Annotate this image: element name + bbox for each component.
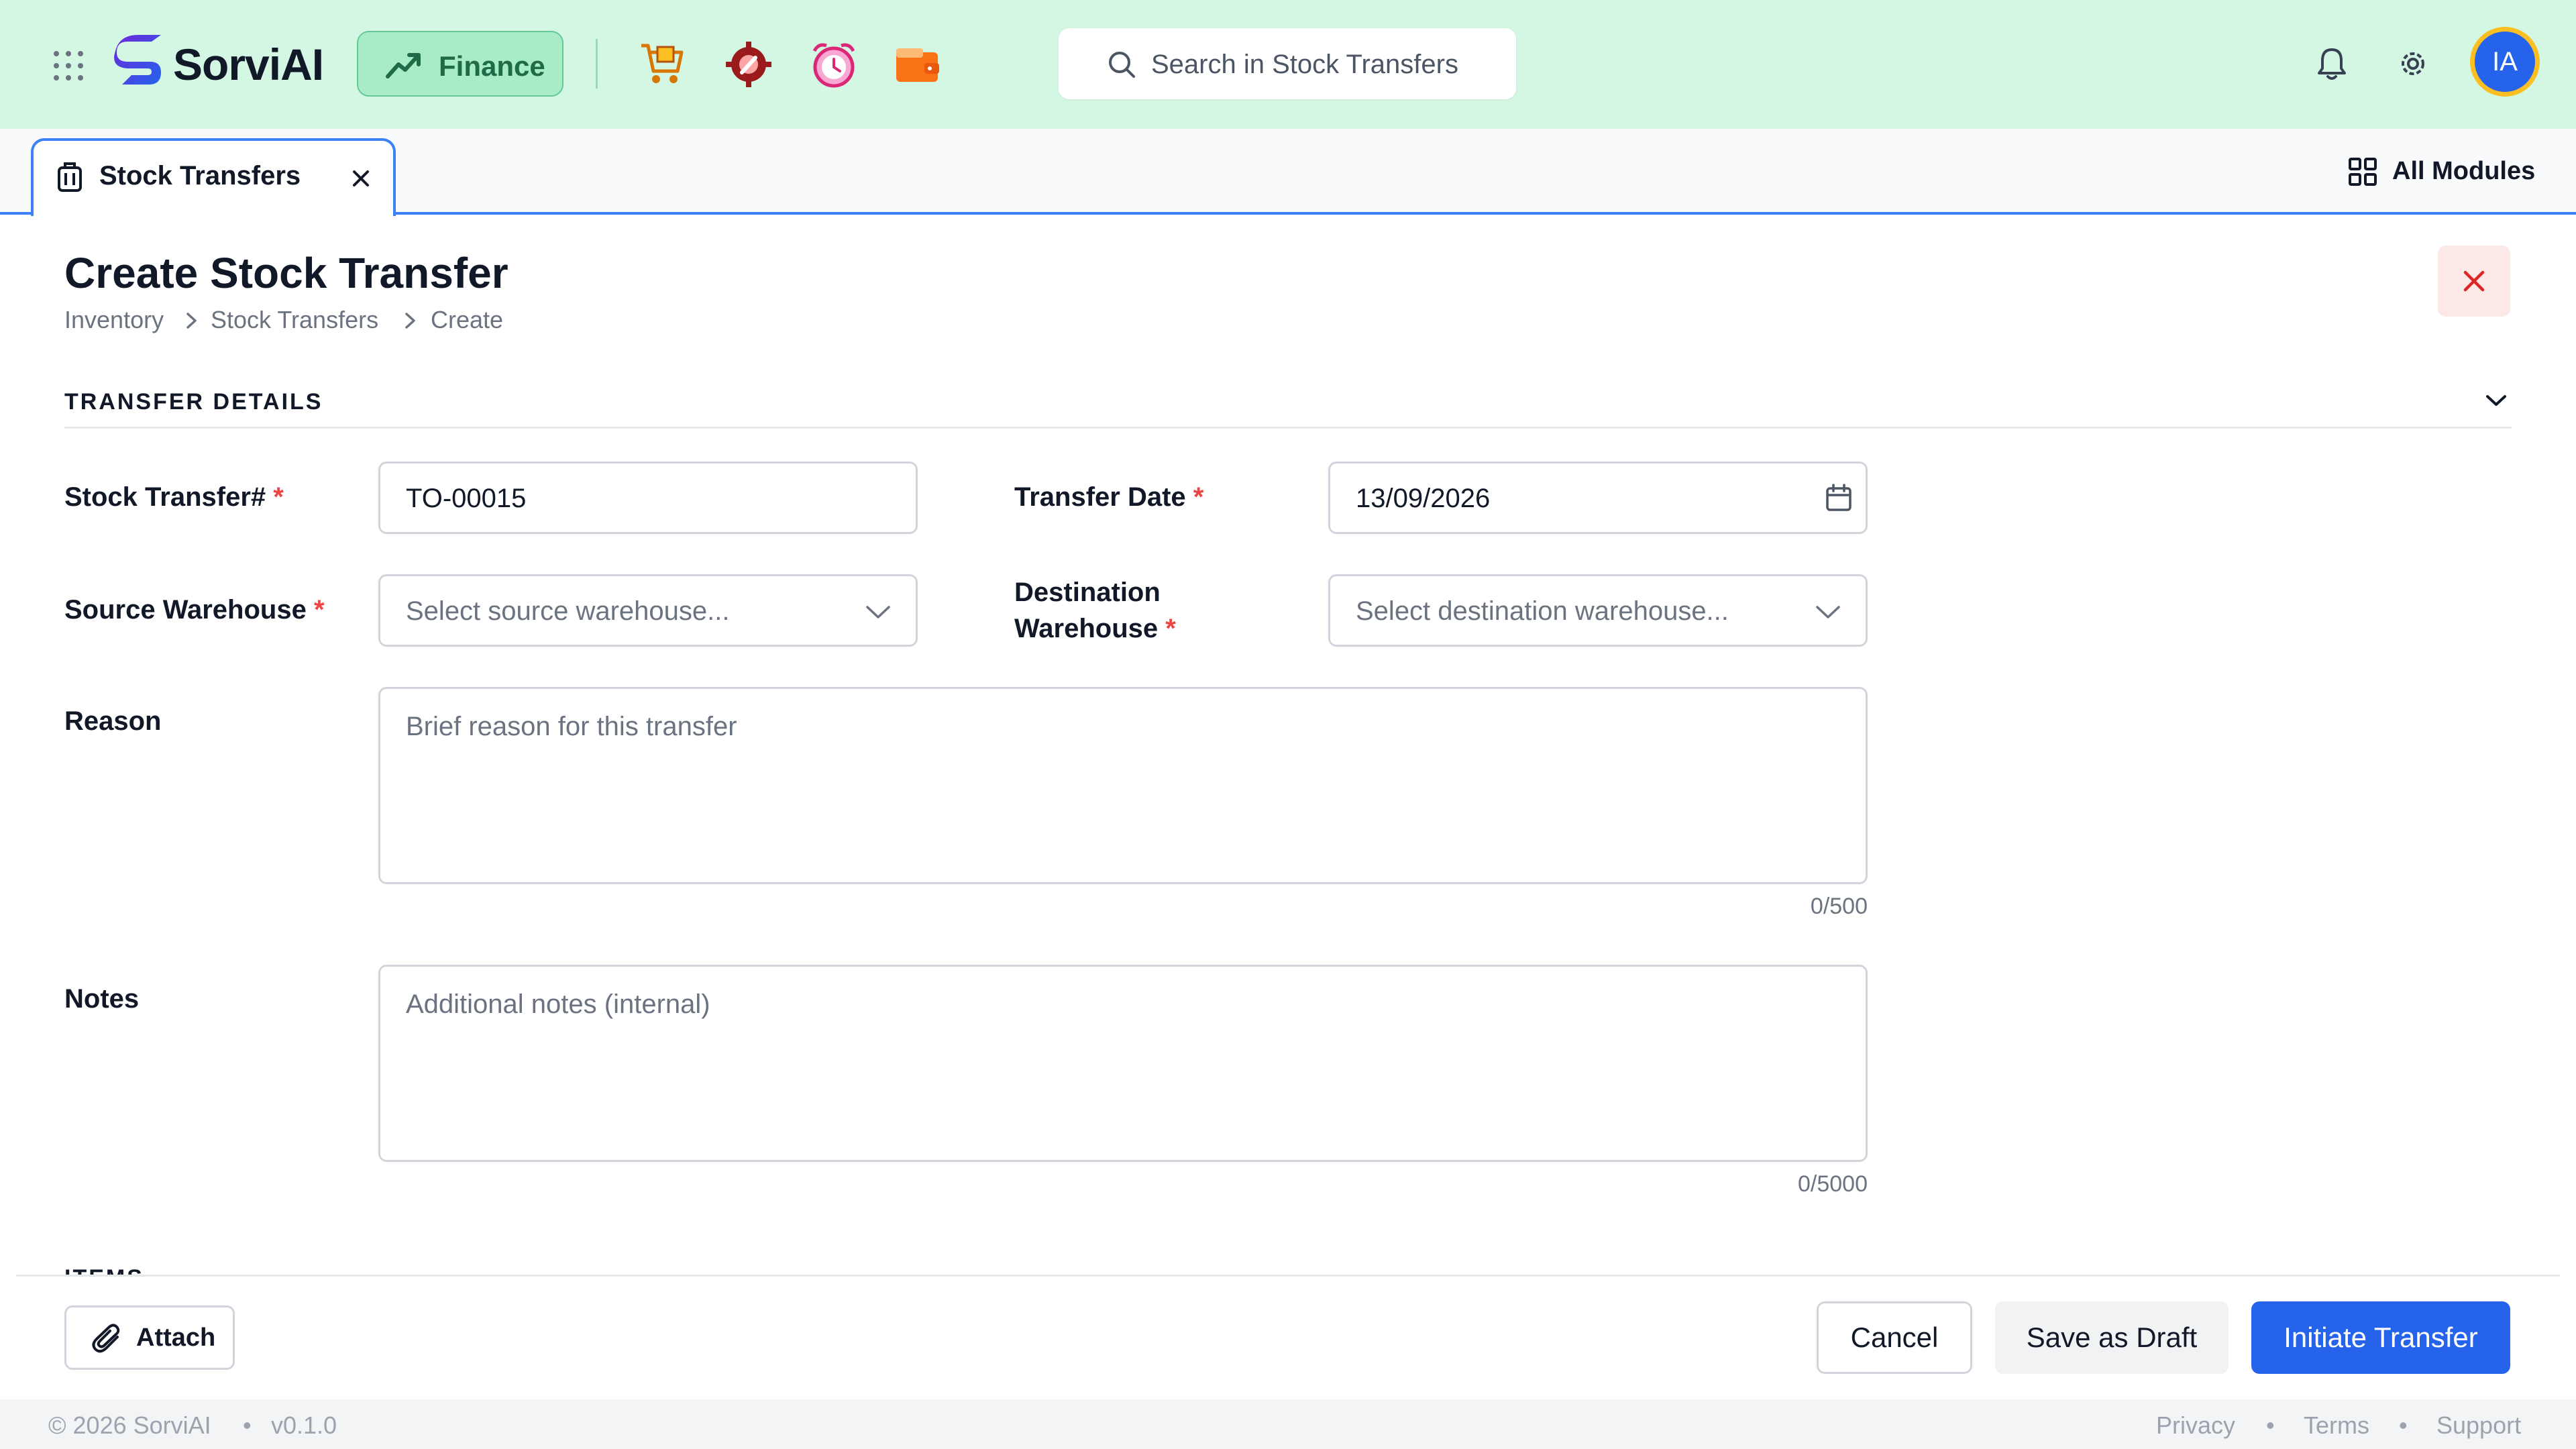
alarm-clock-app-icon[interactable] bbox=[810, 40, 857, 89]
notifications-bell-icon[interactable] bbox=[2317, 47, 2347, 80]
header-divider bbox=[596, 39, 598, 89]
source-warehouse-select[interactable]: Select source warehouse... bbox=[378, 574, 918, 647]
close-icon bbox=[2462, 269, 2486, 293]
close-form-button[interactable] bbox=[2438, 246, 2510, 317]
shopping-cart-app-icon[interactable] bbox=[639, 42, 686, 86]
transfer-date-label: Transfer Date * bbox=[1014, 482, 1204, 512]
chevron-down-icon bbox=[1815, 604, 1841, 621]
breadcrumb-inventory[interactable]: Inventory bbox=[64, 306, 164, 334]
footer-separator: • bbox=[2399, 1411, 2408, 1439]
calendar-icon[interactable] bbox=[1825, 484, 1852, 512]
page-title: Create Stock Transfer bbox=[64, 249, 508, 297]
avatar-initials: IA bbox=[2475, 32, 2535, 92]
copyright-text: © 2026 SorviAI bbox=[48, 1411, 211, 1439]
destination-warehouse-select[interactable]: Select destination warehouse... bbox=[1328, 574, 1868, 647]
required-mark: * bbox=[273, 482, 284, 512]
all-modules-label: All Modules bbox=[2392, 157, 2536, 185]
grid-icon bbox=[2348, 157, 2377, 186]
source-warehouse-placeholder: Select source warehouse... bbox=[406, 596, 730, 626]
version-text: v0.1.0 bbox=[271, 1411, 337, 1439]
chevron-down-icon bbox=[865, 604, 892, 621]
footer-separator: • bbox=[2266, 1411, 2275, 1439]
service-gear-app-icon[interactable] bbox=[724, 40, 773, 89]
brand-name[interactable]: SorviAI bbox=[173, 39, 324, 90]
section-title: TRANSFER DETAILS bbox=[64, 389, 323, 415]
stock-transfer-label: Stock Transfer# * bbox=[64, 482, 284, 512]
attach-label: Attach bbox=[136, 1324, 216, 1352]
source-warehouse-label: Source Warehouse * bbox=[64, 595, 325, 625]
tab-stock-transfers[interactable]: Stock Transfers bbox=[31, 138, 396, 216]
stock-transfer-number-field[interactable]: TO-00015 bbox=[378, 462, 918, 534]
footer-separator: • bbox=[243, 1411, 252, 1439]
search-placeholder: Search in Stock Transfers bbox=[1151, 50, 1458, 79]
luggage-icon bbox=[56, 161, 83, 193]
reason-placeholder: Brief reason for this transfer bbox=[406, 712, 737, 741]
transfer-date-field[interactable]: 13/09/2026 bbox=[1328, 462, 1868, 534]
chevron-right-icon bbox=[186, 313, 197, 329]
section-divider bbox=[64, 427, 2512, 429]
global-search-input[interactable]: Search in Stock Transfers bbox=[1059, 28, 1516, 99]
stock-transfer-number-value: TO-00015 bbox=[406, 484, 527, 513]
search-icon bbox=[1107, 50, 1136, 79]
notes-char-counter: 0/5000 bbox=[1798, 1171, 1868, 1197]
user-avatar[interactable]: IA bbox=[2470, 27, 2540, 97]
close-tab-icon[interactable] bbox=[352, 169, 370, 188]
required-mark: * bbox=[1165, 614, 1176, 643]
save-draft-button[interactable]: Save as Draft bbox=[1995, 1301, 2229, 1374]
breadcrumb-create: Create bbox=[431, 306, 504, 333]
initiate-transfer-button[interactable]: Initiate Transfer bbox=[2251, 1301, 2510, 1374]
notes-textarea[interactable]: Additional notes (internal) bbox=[378, 965, 1868, 1162]
destination-warehouse-label: Destination Warehouse * bbox=[1014, 578, 1176, 643]
transfer-date-value: 13/09/2026 bbox=[1356, 484, 1491, 513]
reason-textarea[interactable]: Brief reason for this transfer bbox=[378, 687, 1868, 884]
tab-label: Stock Transfers bbox=[99, 161, 301, 191]
finance-label: Finance bbox=[439, 50, 545, 82]
destination-warehouse-placeholder: Select destination warehouse... bbox=[1356, 596, 1729, 626]
attach-button[interactable]: Attach bbox=[64, 1305, 235, 1370]
chevron-right-icon bbox=[405, 313, 415, 329]
app-footer: © 2026 SorviAI • v0.1.0 Privacy • Terms … bbox=[0, 1399, 2576, 1449]
required-mark: * bbox=[1193, 482, 1204, 512]
top-header: SorviAI Finance Search in Stock Transfer… bbox=[0, 0, 2576, 129]
breadcrumb-stock-transfers[interactable]: Stock Transfers bbox=[211, 306, 378, 334]
wallet-app-icon[interactable] bbox=[895, 46, 941, 85]
trend-up-icon bbox=[385, 50, 423, 80]
app-grid-icon[interactable] bbox=[52, 50, 85, 82]
notes-placeholder: Additional notes (internal) bbox=[406, 989, 710, 1019]
paperclip-icon bbox=[92, 1324, 123, 1354]
terms-link[interactable]: Terms bbox=[2304, 1411, 2369, 1440]
privacy-link[interactable]: Privacy bbox=[2156, 1411, 2235, 1440]
required-mark: * bbox=[313, 595, 325, 625]
reason-label: Reason bbox=[64, 706, 162, 736]
support-link[interactable]: Support bbox=[2436, 1411, 2521, 1440]
notes-label: Notes bbox=[64, 984, 140, 1014]
finance-module-button[interactable]: Finance bbox=[357, 31, 564, 97]
brand-logo-icon[interactable] bbox=[111, 35, 168, 91]
settings-gear-icon[interactable] bbox=[2398, 48, 2428, 79]
reason-char-counter: 0/500 bbox=[1810, 894, 1868, 919]
chevron-down-icon[interactable] bbox=[2485, 393, 2508, 408]
cancel-button[interactable]: Cancel bbox=[1817, 1301, 1972, 1374]
